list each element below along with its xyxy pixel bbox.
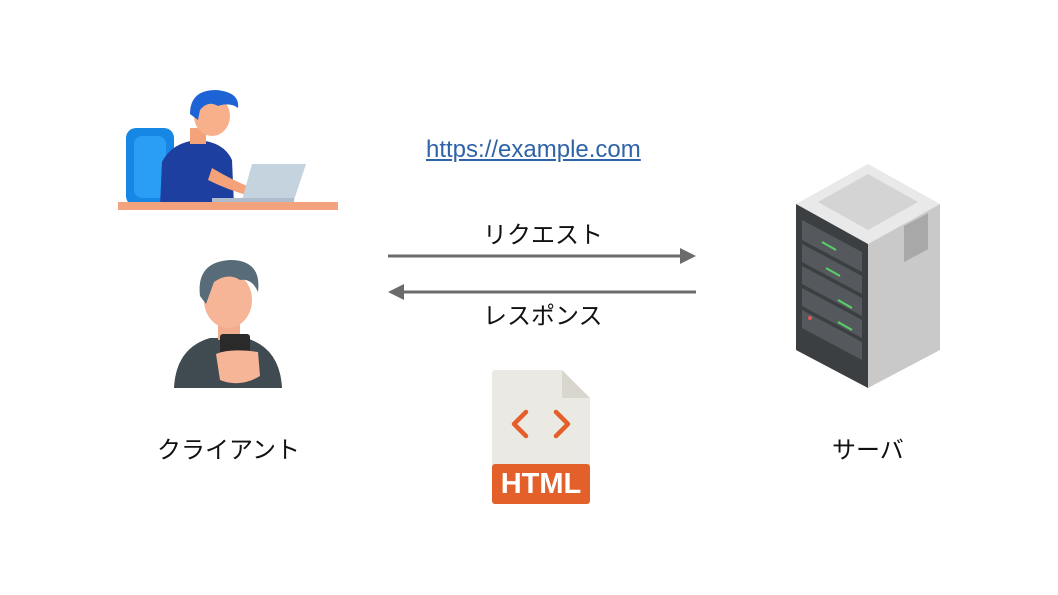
html-file-label: HTML [500,468,582,500]
server-label: サーバ [832,436,904,464]
url-link[interactable]: https://example.com [426,136,641,163]
request-label: リクエスト [483,221,603,249]
response-arrow [388,284,696,300]
html-file-icon: HTML [490,368,592,506]
person-at-laptop-icon [118,90,338,210]
server-rack-icon [796,164,940,388]
response-label: レスポンス [483,302,603,330]
person-with-smartphone-icon [174,260,282,388]
client-label: クライアント [157,436,301,464]
request-arrow [388,248,696,264]
